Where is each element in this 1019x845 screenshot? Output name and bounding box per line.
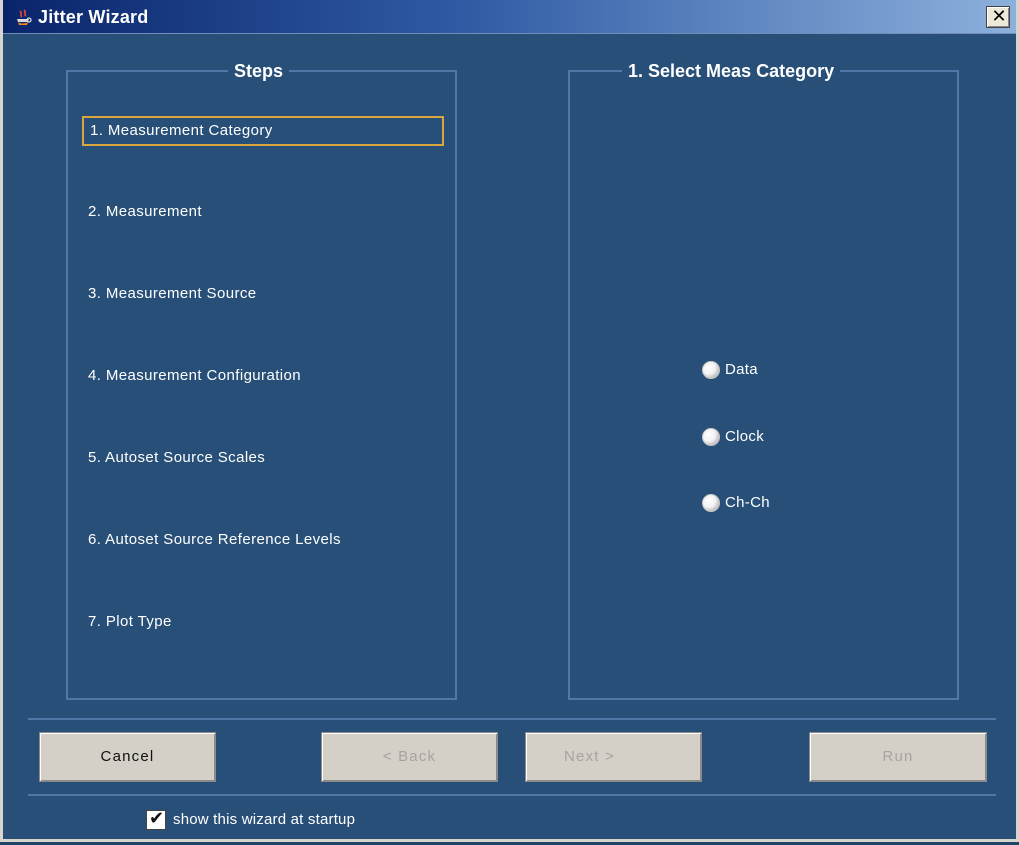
step-autoset-source-scales[interactable]: 5. Autoset Source Scales	[82, 444, 440, 474]
title-bar: Jitter Wizard ✕	[3, 0, 1016, 34]
radio-label-ch-ch: Ch-Ch	[725, 494, 770, 511]
startup-option: ✔ show this wizard at startup	[146, 808, 486, 832]
wizard-button-bar: Cancel < Back Next > Run	[28, 718, 996, 796]
close-icon: ✕	[991, 6, 1007, 27]
show-wizard-at-startup-checkbox[interactable]: ✔	[146, 808, 166, 830]
steps-title: Steps	[228, 60, 290, 82]
step-autoset-source-reference-levels[interactable]: 6. Autoset Source Reference Levels	[82, 526, 440, 556]
measurement-category-panel: 1. Select Meas Category Data Clock Ch-Ch	[568, 60, 959, 700]
step-measurement-configuration[interactable]: 4. Measurement Configuration	[82, 362, 440, 392]
next-button[interactable]: Next >	[525, 732, 702, 782]
step-plot-type[interactable]: 7. Plot Type	[82, 608, 440, 638]
step-measurement-source[interactable]: 3. Measurement Source	[82, 280, 440, 310]
java-coffee-icon	[17, 9, 32, 25]
checkmark-icon: ✔	[149, 808, 165, 829]
back-button[interactable]: < Back	[321, 732, 498, 782]
run-button[interactable]: Run	[809, 732, 987, 782]
radio-button[interactable]	[702, 494, 720, 512]
cancel-button[interactable]: Cancel	[39, 732, 216, 782]
step-measurement-category[interactable]: 1. Measurement Category	[82, 116, 444, 146]
category-panel-title: 1. Select Meas Category	[622, 60, 841, 82]
wizard-content: Steps 1. Measurement Category 2. Measure…	[3, 34, 1016, 839]
category-radio-group: Data Clock Ch-Ch	[702, 358, 882, 528]
radio-label-data: Data	[725, 361, 758, 378]
steps-panel: Steps 1. Measurement Category 2. Measure…	[66, 60, 457, 700]
show-wizard-at-startup-label: show this wizard at startup	[173, 811, 356, 828]
step-measurement[interactable]: 2. Measurement	[82, 198, 440, 228]
radio-button[interactable]	[702, 361, 720, 379]
radio-label-clock: Clock	[725, 428, 765, 445]
jitter-wizard-window: Jitter Wizard ✕ Steps 1. Measurement Cat…	[0, 0, 1019, 842]
close-button[interactable]: ✕	[986, 6, 1010, 28]
radio-option-data[interactable]: Data	[702, 358, 842, 382]
radio-button[interactable]	[702, 428, 720, 446]
radio-option-clock[interactable]: Clock	[702, 425, 842, 449]
radio-option-ch-ch[interactable]: Ch-Ch	[702, 491, 842, 515]
window-title: Jitter Wizard	[38, 7, 149, 27]
